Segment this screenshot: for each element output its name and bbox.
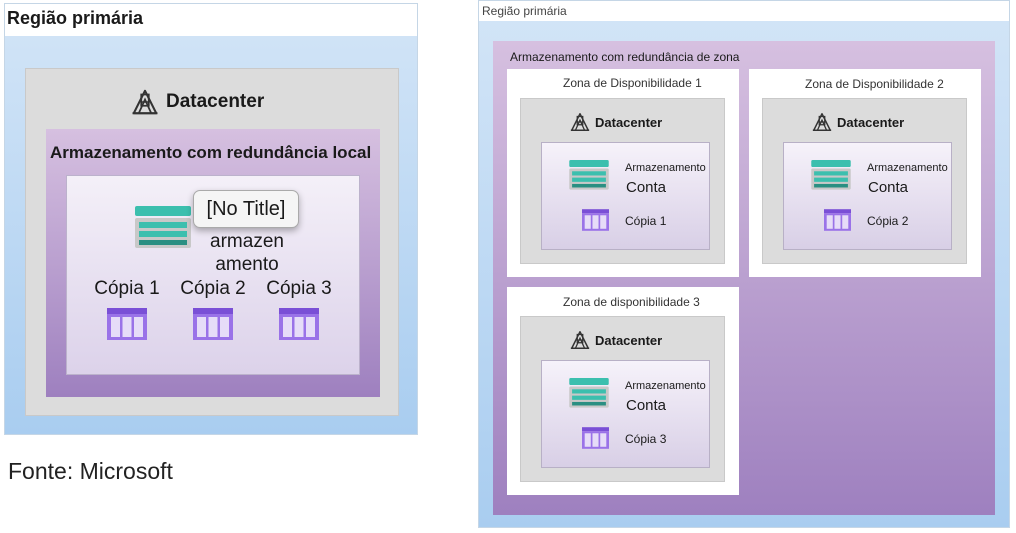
datacenter-icon: [569, 329, 591, 351]
copy-label: Cópia 1: [625, 214, 667, 228]
account-label: Conta: [868, 179, 909, 196]
lrs-region-header: Região primária: [5, 4, 417, 36]
lrs-region: Região primária Datacenter Armazenamento…: [4, 3, 418, 435]
availability-zone-3: Zona de disponibilidade 3 Datacenter Arm…: [507, 287, 739, 495]
copy-label: Cópia 2: [180, 278, 246, 299]
tooltip-text: [No Title]: [206, 198, 286, 220]
account-label-line2: amento: [215, 254, 279, 275]
lrs-region-title: Região primária: [7, 8, 144, 28]
storage-label: Armazenamento: [867, 162, 948, 174]
storage-account-icon: [569, 378, 609, 409]
lrs-account-label: armazen amento: [195, 230, 299, 276]
zone-datacenter-box: Datacenter Armazenamento Conta Cópia 3: [520, 316, 725, 482]
zrs-redundancy-label: Armazenamento com redundância de zona: [510, 50, 740, 64]
availability-zone-2: Zona de Disponibilidade 2 Datacenter Arm…: [749, 69, 981, 277]
zone-title: Zona de Disponibilidade 1: [563, 76, 702, 90]
lrs-storage-area: [No Title] armazen amento Cópia 1 Cópia …: [66, 175, 360, 375]
lrs-copy-2: Cópia 2: [173, 278, 253, 340]
storage-label: Armazenamento: [625, 162, 706, 174]
lrs-datacenter-label: Datacenter: [166, 91, 265, 112]
zrs-redundancy-box: Armazenamento com redundância de zona Zo…: [493, 41, 995, 515]
zrs-region: Região primária Armazenamento com redund…: [478, 0, 1010, 528]
zone-datacenter-label: Datacenter: [595, 114, 663, 130]
zone-datacenter-label: Datacenter: [595, 332, 663, 348]
storage-account-icon: [811, 160, 851, 191]
copy-label: Cópia 1: [94, 278, 160, 299]
lrs-copy-3: Cópia 3: [259, 278, 339, 340]
storage-label: Armazenamento: [625, 380, 706, 392]
zone-datacenter-box: Datacenter Armazenamento Conta Cópia 1: [520, 98, 725, 264]
zone-storage-area: Armazenamento Conta Cópia 2: [783, 142, 952, 250]
lrs-copy-1: Cópia 1: [87, 278, 167, 340]
zone-datacenter-header: Datacenter: [569, 329, 662, 351]
zone-datacenter-header: Datacenter: [811, 111, 904, 133]
copy-icon: [582, 427, 609, 449]
storage-account-icon: [135, 206, 191, 250]
zone-datacenter-header: Datacenter: [569, 111, 662, 133]
zone-storage-area: Armazenamento Conta Cópia 1: [541, 142, 710, 250]
zone-title: Zona de Disponibilidade 2: [805, 77, 944, 91]
copy-label: Cópia 3: [625, 432, 667, 446]
account-label: Conta: [626, 397, 667, 414]
zone-storage-area: Armazenamento Conta Cópia 3: [541, 360, 710, 468]
account-label-line1: armazen: [210, 231, 284, 252]
lrs-datacenter-header: Datacenter: [130, 85, 264, 119]
datacenter-icon: [811, 111, 833, 133]
copy-label: Cópia 3: [266, 278, 332, 299]
storage-account-icon: [569, 160, 609, 191]
zone-datacenter-label: Datacenter: [837, 114, 905, 130]
account-label: Conta: [626, 179, 667, 196]
zrs-region-title: Região primária: [482, 4, 567, 18]
no-title-tooltip: [No Title]: [193, 190, 299, 228]
copy-label: Cópia 2: [867, 214, 909, 228]
copy-icon: [582, 209, 609, 231]
copy-icon: [279, 308, 319, 340]
datacenter-icon: [569, 111, 591, 133]
copy-icon: [824, 209, 851, 231]
lrs-datacenter-box: Datacenter Armazenamento com redundância…: [25, 68, 399, 416]
zrs-region-header: Região primária: [479, 1, 1009, 21]
source-caption: Fonte: Microsoft: [8, 458, 173, 484]
lrs-redundancy-label: Armazenamento com redundância local: [50, 143, 372, 162]
availability-zone-1: Zona de Disponibilidade 1 Datacenter Arm…: [507, 69, 739, 277]
lrs-redundancy-box: Armazenamento com redundância local [No …: [46, 129, 380, 397]
zone-title: Zona de disponibilidade 3: [563, 295, 700, 309]
datacenter-icon: [130, 87, 160, 117]
zone-datacenter-box: Datacenter Armazenamento Conta Cópia 2: [762, 98, 967, 264]
copy-icon: [107, 308, 147, 340]
copy-icon: [193, 308, 233, 340]
